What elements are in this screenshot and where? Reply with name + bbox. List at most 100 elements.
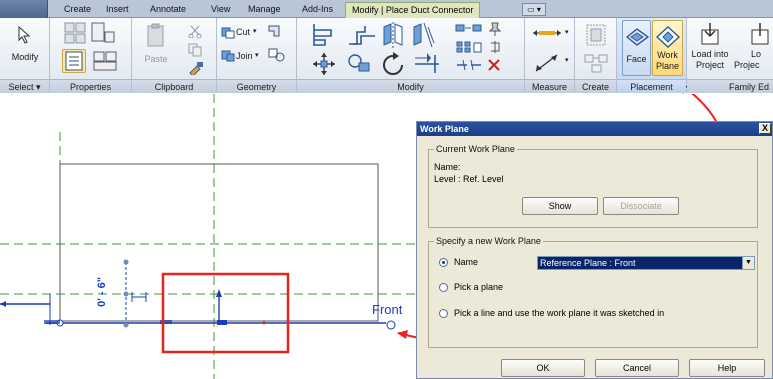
chevron-down-icon[interactable]: ▼ bbox=[742, 257, 754, 269]
panel-clipboard: Paste Clipboard bbox=[132, 18, 217, 93]
mirror-pick-axis-icon[interactable] bbox=[380, 21, 406, 49]
split-element-icon[interactable] bbox=[455, 58, 483, 72]
measure-between-icon[interactable] bbox=[531, 26, 563, 40]
move-copy-icon[interactable] bbox=[455, 23, 483, 35]
connector-tag-left bbox=[44, 320, 60, 324]
tab-insert[interactable]: Insert bbox=[100, 2, 135, 18]
create-group-icon[interactable] bbox=[585, 23, 607, 47]
delete-icon[interactable] bbox=[487, 58, 501, 72]
dim-grip-top[interactable] bbox=[123, 259, 129, 265]
panel-properties-label: Properties bbox=[50, 79, 131, 93]
wall-joins-icon[interactable] bbox=[267, 24, 281, 38]
work-plane-dialog: Work Plane X Current Work Plane Name: Le… bbox=[416, 121, 773, 379]
split-face-icon[interactable] bbox=[267, 47, 289, 63]
panel-modify-label: Modify bbox=[297, 79, 524, 93]
panel-modify: Modify bbox=[297, 18, 525, 93]
cancel-button[interactable]: Cancel bbox=[595, 359, 679, 377]
pick-line-radio[interactable] bbox=[439, 309, 448, 318]
type-properties-icon[interactable] bbox=[64, 22, 86, 44]
dim-grip-bottom[interactable] bbox=[123, 322, 129, 328]
match-properties-icon[interactable] bbox=[188, 61, 204, 75]
copy-element-icon[interactable] bbox=[347, 53, 373, 75]
paste-icon[interactable] bbox=[145, 23, 167, 49]
place-on-face-label: Face bbox=[626, 54, 647, 64]
place-on-face-button[interactable]: Face bbox=[622, 20, 651, 76]
tab-addins[interactable]: Add-Ins bbox=[296, 2, 339, 18]
tab-annotate[interactable]: Annotate bbox=[144, 2, 192, 18]
work-plane-name-value: Reference Plane : Front bbox=[540, 258, 636, 268]
panel-measure-label: Measure bbox=[525, 79, 574, 93]
place-on-work-plane-icon bbox=[656, 26, 681, 48]
load-into-project-label-line2[interactable]: Project bbox=[687, 60, 733, 70]
cut-geometry-button[interactable]: Cut bbox=[236, 27, 250, 37]
place-on-work-plane-button[interactable]: Work Plane bbox=[652, 20, 683, 76]
ribbon-minimize-dropdown[interactable]: ▭ ▾ bbox=[522, 3, 546, 16]
cut-geometry-dropdown[interactable]: ▾ bbox=[253, 27, 257, 37]
dimension-dropdown[interactable]: ▾ bbox=[565, 56, 569, 66]
unpin-icon[interactable] bbox=[487, 40, 503, 54]
front-plane-end-circle[interactable] bbox=[386, 320, 396, 330]
duct-connector-symbol[interactable] bbox=[217, 320, 227, 325]
help-button[interactable]: Help bbox=[689, 359, 765, 377]
join-geometry-icon[interactable] bbox=[221, 48, 235, 62]
work-plane-name-select[interactable]: Reference Plane : Front ▼ bbox=[537, 256, 755, 270]
annotation-arrow-head-2 bbox=[397, 330, 408, 339]
pick-line-label[interactable]: Pick a line and use the work plane it wa… bbox=[454, 308, 664, 318]
join-geometry-dropdown[interactable]: ▾ bbox=[255, 51, 259, 61]
current-work-plane-caption: Current Work Plane bbox=[434, 144, 517, 154]
dimension-text[interactable]: 0' - 6" bbox=[96, 277, 108, 307]
family-category-icon[interactable] bbox=[92, 50, 118, 72]
load-into-project-label-line1[interactable]: Load into bbox=[687, 49, 733, 59]
load-into-project-close-line1[interactable]: Lo bbox=[751, 49, 761, 59]
load-into-project-close-line2[interactable]: Projec bbox=[734, 60, 760, 70]
pin-icon[interactable] bbox=[487, 22, 503, 36]
align-icon[interactable] bbox=[311, 22, 337, 48]
join-geometry-button[interactable]: Join bbox=[236, 51, 253, 61]
panel-select-label[interactable]: Select ▾ bbox=[0, 79, 49, 93]
tab-modify-place-duct-connector[interactable]: Modify | Place Duct Connector bbox=[345, 2, 481, 18]
array-icon[interactable] bbox=[455, 40, 483, 54]
place-on-face-icon bbox=[625, 28, 650, 46]
tab-manage[interactable]: Manage bbox=[242, 2, 287, 18]
properties-panel-icon bbox=[65, 51, 83, 71]
application-menu-button[interactable] bbox=[0, 0, 48, 18]
tab-create[interactable]: Create bbox=[58, 2, 97, 18]
load-into-project-icon[interactable] bbox=[699, 22, 721, 46]
name-radio[interactable] bbox=[439, 258, 448, 267]
aligned-dimension-icon[interactable] bbox=[533, 52, 561, 74]
copy-icon[interactable] bbox=[188, 43, 202, 57]
front-plane-label[interactable]: Front bbox=[372, 302, 402, 317]
name-radio-label[interactable]: Name bbox=[454, 257, 478, 267]
panel-geometry: Cut ▾ Join ▾ Geometry bbox=[217, 18, 297, 93]
pick-plane-radio[interactable] bbox=[439, 283, 448, 292]
offset-icon[interactable] bbox=[347, 24, 377, 46]
mirror-draw-axis-icon[interactable] bbox=[410, 21, 436, 49]
panel-placement: Face Work Plane Placement bbox=[617, 18, 689, 94]
work-plane-label-line2: Plane bbox=[655, 61, 680, 71]
panel-measure: ▾ ▾ Measure bbox=[525, 18, 575, 93]
family-types-icon[interactable] bbox=[90, 22, 116, 44]
measure-dropdown[interactable]: ▾ bbox=[565, 28, 569, 38]
pick-plane-label[interactable]: Pick a plane bbox=[454, 282, 503, 292]
tab-view[interactable]: View bbox=[205, 2, 236, 18]
paste-button[interactable]: Paste bbox=[140, 54, 172, 64]
cut-scissors-icon[interactable] bbox=[188, 24, 202, 38]
connector-direction-arrow-icon bbox=[216, 289, 222, 297]
dim-grip-mid[interactable] bbox=[123, 291, 129, 297]
panel-properties: Properties bbox=[50, 18, 132, 93]
properties-toggle-button[interactable] bbox=[62, 49, 86, 73]
dialog-close-button[interactable]: X bbox=[759, 123, 771, 134]
show-button[interactable]: Show bbox=[522, 197, 598, 215]
ok-button[interactable]: OK bbox=[501, 359, 585, 377]
load-into-project-close-icon[interactable] bbox=[749, 22, 771, 46]
modify-button[interactable]: Modify bbox=[4, 52, 46, 62]
panel-geometry-label: Geometry bbox=[217, 79, 296, 93]
rotate-icon[interactable] bbox=[379, 51, 407, 77]
cut-geometry-icon[interactable] bbox=[221, 25, 235, 39]
dissociate-button[interactable]: Dissociate bbox=[603, 197, 679, 215]
trim-extend-icon[interactable] bbox=[413, 52, 441, 76]
panel-family-editor: Load into Project Lo Projec Family Ed bbox=[687, 18, 773, 93]
create-similar-icon[interactable] bbox=[583, 52, 609, 74]
current-level-label: Level : Ref. Level bbox=[434, 174, 504, 184]
move-icon[interactable] bbox=[311, 52, 337, 76]
